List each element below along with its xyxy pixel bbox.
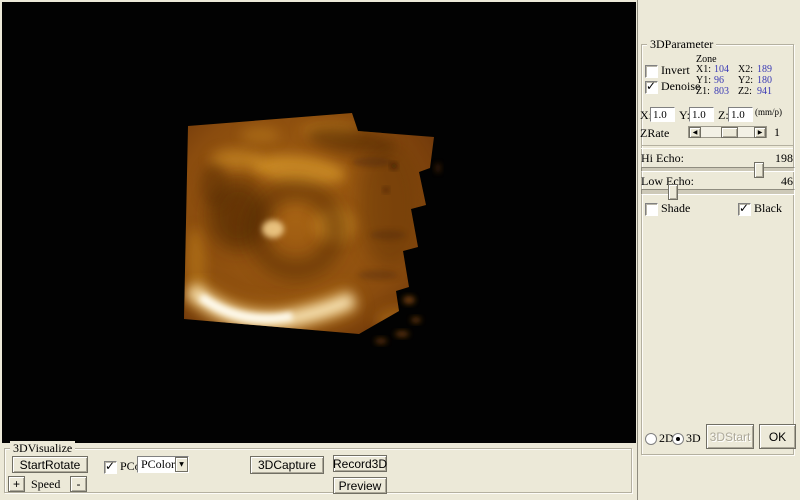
- zrate-value: 1: [774, 125, 780, 140]
- record3d-button[interactable]: Record3D: [333, 455, 387, 472]
- parameter-panel: 3DParameter Invert Denoise Zone X1: 104 …: [637, 0, 800, 500]
- scale-unit: (mm/p): [755, 107, 782, 117]
- chevron-down-icon[interactable]: ▼: [175, 457, 188, 472]
- app-window: 3DParameter Invert Denoise Zone X1: 104 …: [0, 0, 800, 500]
- 3d-viewport[interactable]: [2, 2, 636, 443]
- pcolor-dropdown[interactable]: PColor ▼: [137, 456, 189, 473]
- ok-button[interactable]: OK: [759, 424, 796, 449]
- parameter-groupbox: 3DParameter: [641, 44, 794, 455]
- hi-echo-label: Hi Echo:: [641, 151, 684, 166]
- denoise-checkbox[interactable]: [645, 81, 658, 94]
- zrate-left-arrow-icon[interactable]: ◀: [689, 127, 701, 138]
- separator: [641, 145, 793, 149]
- zone-x1-label: X1:: [696, 64, 711, 75]
- shade-checkbox[interactable]: [645, 203, 658, 216]
- invert-label: Invert: [661, 63, 690, 78]
- zrate-thumb[interactable]: [721, 127, 738, 138]
- zone-z2-label: Z2:: [738, 86, 752, 97]
- parameter-group-title: 3DParameter: [647, 37, 716, 52]
- 3dstart-button[interactable]: 3DStart: [706, 424, 754, 449]
- zone-z1-value: 803: [714, 86, 729, 97]
- low-echo-slider[interactable]: [641, 189, 795, 195]
- zone-x1-value: 104: [714, 64, 729, 75]
- preview-button[interactable]: Preview: [333, 477, 387, 494]
- pcolor-dropdown-value: PColor: [141, 457, 175, 472]
- low-echo-value: 46: [758, 174, 793, 189]
- speed-label: Speed: [31, 477, 60, 492]
- visualize-group-title: 3DVisualize: [10, 441, 75, 456]
- low-echo-thumb[interactable]: [668, 184, 678, 200]
- zone-z1-label: Z1:: [696, 86, 710, 97]
- zone-y1-value: 96: [714, 75, 724, 86]
- zrate-scrollbar[interactable]: ◀ ▶: [688, 126, 767, 138]
- zone-y2-value: 180: [757, 75, 772, 86]
- black-checkbox[interactable]: [738, 203, 751, 216]
- zone-z2-value: 941: [757, 86, 772, 97]
- 3dcapture-button[interactable]: 3DCapture: [250, 456, 324, 474]
- hi-echo-slider[interactable]: [641, 167, 795, 172]
- speed-plus-button[interactable]: +: [8, 476, 25, 492]
- zone-y2-label: Y2:: [738, 75, 753, 86]
- scale-z-field[interactable]: [728, 107, 753, 122]
- start-rotate-button[interactable]: StartRotate: [12, 456, 88, 473]
- speed-minus-button[interactable]: -: [70, 476, 87, 492]
- mode-2d-radio[interactable]: [645, 433, 657, 445]
- zone-x2-value: 189: [757, 64, 772, 75]
- shade-label: Shade: [661, 201, 690, 216]
- mode-3d-radio[interactable]: [672, 433, 684, 445]
- zone-y1-label: Y1:: [696, 75, 711, 86]
- scale-x-field[interactable]: [650, 107, 675, 122]
- mode-3d-label: 3D: [686, 431, 701, 446]
- ultrasound-image: [2, 2, 636, 443]
- zone-x2-label: X2:: [738, 64, 753, 75]
- pcolor-checkbox[interactable]: [104, 461, 117, 474]
- invert-checkbox[interactable]: [645, 65, 658, 78]
- denoise-label: Denoise: [661, 79, 700, 94]
- scale-y-field[interactable]: [689, 107, 714, 122]
- zrate-label: ZRate: [640, 126, 669, 141]
- black-label: Black: [754, 201, 782, 216]
- zrate-right-arrow-icon[interactable]: ▶: [754, 127, 766, 138]
